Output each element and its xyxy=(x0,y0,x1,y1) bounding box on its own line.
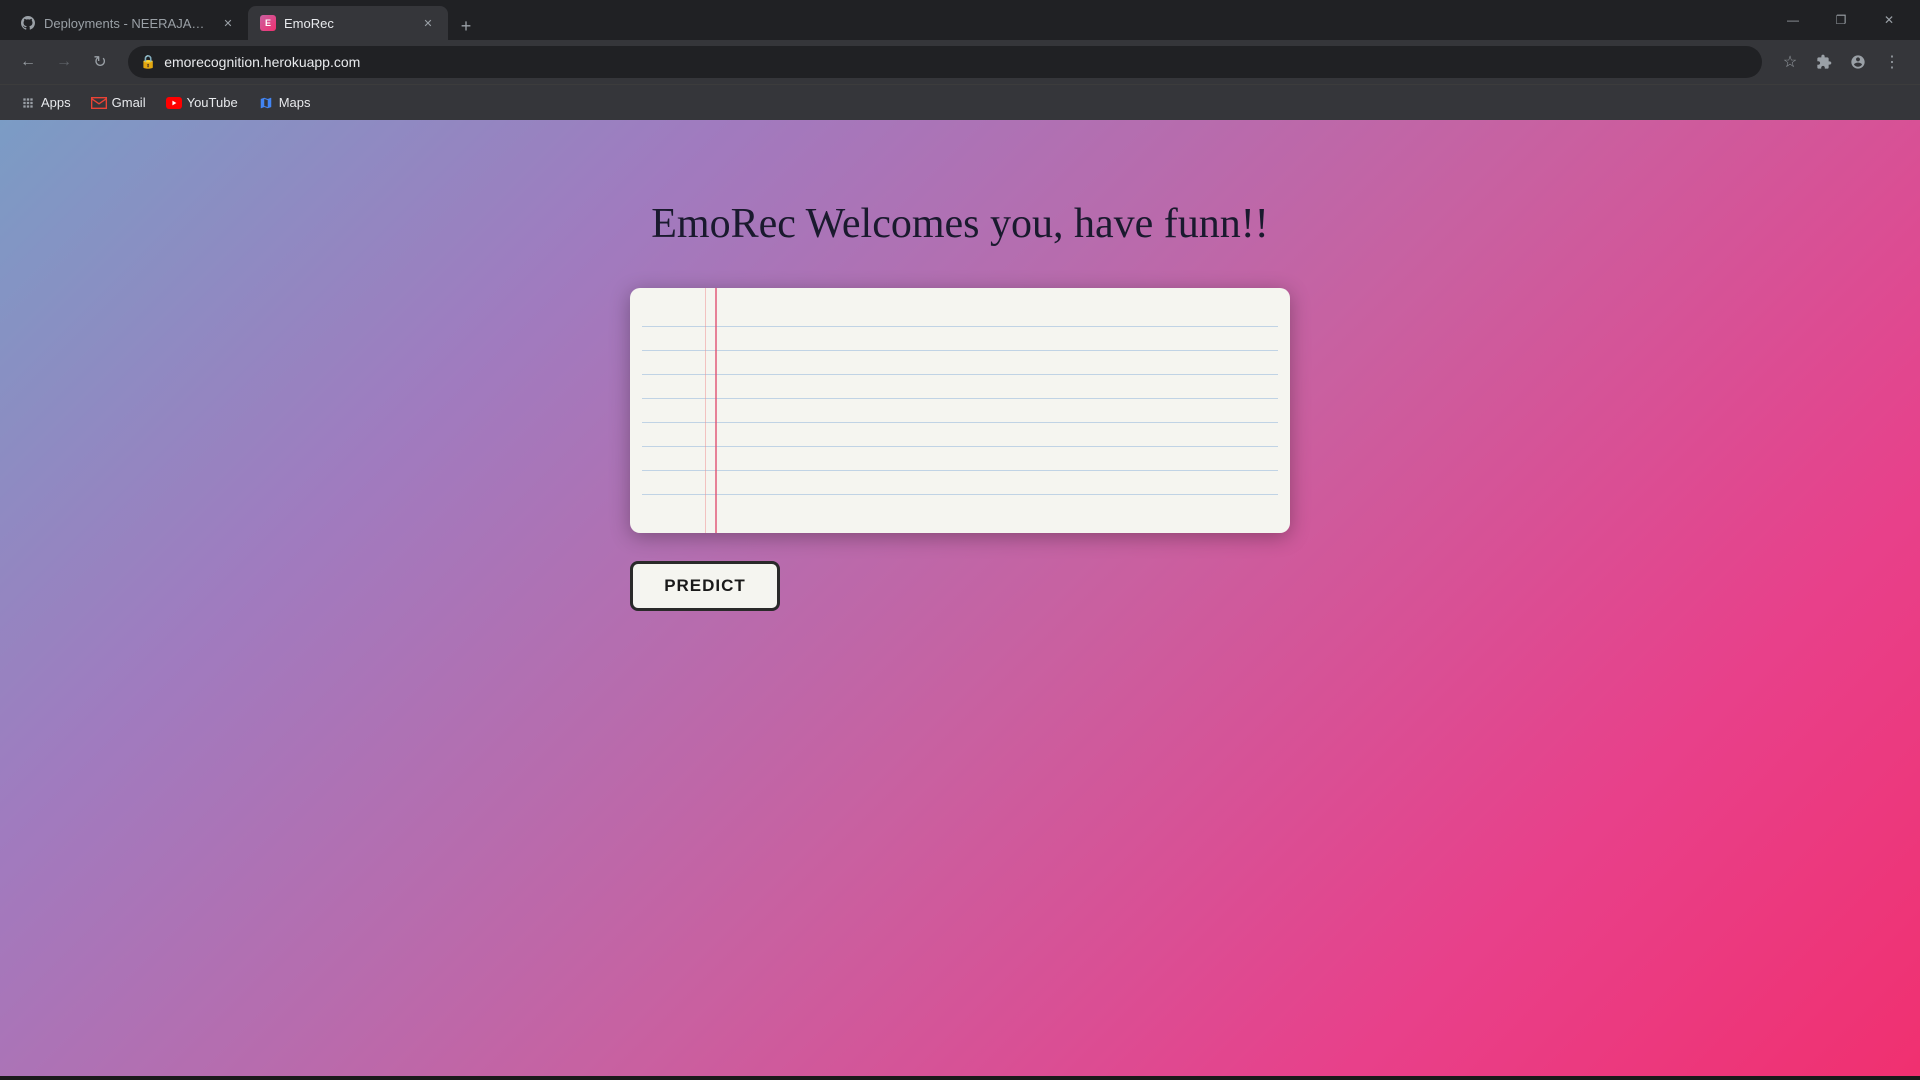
lock-icon: 🔒 xyxy=(140,54,156,70)
navigation-bar: ← → ↻ 🔒 emorecognition.herokuapp.com ☆ ⋮ xyxy=(0,40,1920,84)
tab-emorec[interactable]: E EmoRec ✕ xyxy=(248,6,448,40)
bookmark-youtube[interactable]: YouTube xyxy=(158,91,246,115)
text-input[interactable] xyxy=(630,288,1290,533)
bookmark-star-button[interactable]: ☆ xyxy=(1774,46,1806,78)
reload-button[interactable]: ↻ xyxy=(84,46,116,78)
nav-actions: ☆ ⋮ xyxy=(1774,46,1908,78)
maximize-button[interactable]: ❐ xyxy=(1818,4,1864,36)
tab-deployments-title: Deployments - NEERAJAP2001/E... xyxy=(44,16,212,31)
tabs-container: Deployments - NEERAJAP2001/E... ✕ E EmoR… xyxy=(8,0,1762,40)
apps-grid-icon xyxy=(20,95,36,111)
tab-deployments[interactable]: Deployments - NEERAJAP2001/E... ✕ xyxy=(8,6,248,40)
bookmark-maps-label: Maps xyxy=(279,95,311,110)
extensions-button[interactable] xyxy=(1808,46,1840,78)
bookmark-gmail-label: Gmail xyxy=(112,95,146,110)
menu-button[interactable]: ⋮ xyxy=(1876,46,1908,78)
forward-button[interactable]: → xyxy=(48,46,80,78)
welcome-title: EmoRec Welcomes you, have funn!! xyxy=(651,200,1269,248)
github-favicon-icon xyxy=(20,15,36,31)
minimize-button[interactable]: — xyxy=(1770,4,1816,36)
bookmark-apps[interactable]: Apps xyxy=(12,91,79,115)
tab-emorec-close[interactable]: ✕ xyxy=(420,15,436,31)
tab-emorec-title: EmoRec xyxy=(284,16,412,31)
back-button[interactable]: ← xyxy=(12,46,44,78)
bookmark-apps-label: Apps xyxy=(41,95,71,110)
new-tab-button[interactable]: + xyxy=(452,12,480,40)
window-controls: — ❐ ✕ xyxy=(1762,4,1912,36)
emorec-favicon-icon: E xyxy=(260,15,276,31)
address-bar[interactable]: 🔒 emorecognition.herokuapp.com xyxy=(128,46,1762,78)
gmail-icon xyxy=(91,95,107,111)
profile-button[interactable] xyxy=(1842,46,1874,78)
page-content: EmoRec Welcomes you, have funn!! PREDICT xyxy=(0,120,1920,1076)
url-text: emorecognition.herokuapp.com xyxy=(164,54,1750,70)
title-bar: Deployments - NEERAJAP2001/E... ✕ E EmoR… xyxy=(0,0,1920,40)
close-button[interactable]: ✕ xyxy=(1866,4,1912,36)
bookmark-maps[interactable]: Maps xyxy=(250,91,319,115)
browser-chrome: Deployments - NEERAJAP2001/E... ✕ E EmoR… xyxy=(0,0,1920,120)
youtube-icon xyxy=(166,95,182,111)
maps-icon xyxy=(258,95,274,111)
tab-deployments-close[interactable]: ✕ xyxy=(220,15,236,31)
predict-button[interactable]: PREDICT xyxy=(630,561,780,611)
notepad-container xyxy=(630,288,1290,533)
bookmarks-bar: Apps Gmail YouTube xyxy=(0,84,1920,120)
bookmark-youtube-label: YouTube xyxy=(187,95,238,110)
bookmark-gmail[interactable]: Gmail xyxy=(83,91,154,115)
